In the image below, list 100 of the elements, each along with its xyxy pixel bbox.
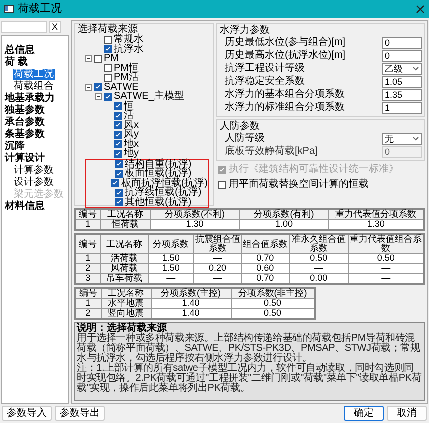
checkbox[interactable] — [104, 92, 112, 101]
column-header: 分项系数 — [148, 234, 194, 254]
checkbox[interactable] — [104, 36, 112, 44]
checkbox[interactable] — [111, 179, 120, 188]
field-label: 水浮力的基本组合分项系数 — [225, 90, 346, 100]
checkbox[interactable] — [114, 102, 122, 110]
input-field[interactable]: 0 — [382, 36, 422, 48]
checkbox[interactable] — [115, 160, 123, 168]
tree-item[interactable]: SATWE_主模型 — [114, 92, 184, 102]
nav-item[interactable]: 总信息 — [4, 44, 36, 56]
checkbox[interactable] — [104, 64, 112, 72]
tree-item[interactable]: 活 — [124, 111, 134, 120]
nav-item[interactable]: 地基承载力 — [4, 92, 56, 104]
tree-item[interactable]: 常规水 — [114, 35, 144, 44]
checkbox[interactable] — [115, 170, 123, 178]
tree-item[interactable]: 板面抗浮恒载(抗浮) — [121, 178, 208, 188]
tree-item[interactable]: 风y — [124, 130, 139, 140]
checkbox[interactable] — [104, 45, 112, 54]
dropdown[interactable]: 乙级 — [382, 62, 422, 74]
import-export-button[interactable]: 参数导入 — [2, 406, 52, 421]
option-label: 执行《建筑结构可靠性设计统一标准》 — [229, 164, 399, 174]
group-title: 人防参数 — [219, 121, 261, 132]
field-label: 抗浮工程设计等级 — [225, 64, 306, 74]
checkbox[interactable] — [218, 180, 226, 188]
tree-item[interactable]: PM活 — [114, 73, 139, 82]
tree-item[interactable]: 恒 — [124, 102, 134, 111]
collapse-icon[interactable] — [85, 55, 92, 62]
dropdown[interactable]: 无 — [382, 132, 422, 144]
nav-item[interactable]: 承台参数 — [4, 116, 46, 128]
chevron-down-icon — [413, 66, 419, 70]
checkbox[interactable] — [114, 150, 122, 158]
column-header: 分项系数(不利) — [150, 209, 240, 220]
close-icon[interactable] — [416, 4, 425, 14]
table-cell: 0.50 — [231, 308, 315, 319]
group-title: 选择荷载来源 — [77, 24, 138, 35]
collapse-icon[interactable] — [85, 84, 92, 91]
input-field[interactable]: 1.05 — [382, 76, 422, 88]
checkbox[interactable] — [104, 74, 112, 82]
window-title: 荷载工况 — [18, 2, 63, 17]
tree-item[interactable]: 地x — [124, 140, 139, 149]
nav-item[interactable]: 设计参数 — [13, 176, 55, 188]
column-header: 编号 — [75, 288, 101, 298]
table-cell: 水平地震 — [101, 298, 151, 308]
nav-item[interactable]: 独基参数 — [4, 104, 46, 116]
nav-item[interactable]: 计算参数 — [13, 164, 55, 176]
input-field[interactable]: 0 — [382, 50, 422, 62]
collapse-icon[interactable] — [95, 93, 102, 100]
field-label: 水浮力的标准组合分项系数 — [225, 102, 346, 112]
checkbox[interactable] — [114, 140, 122, 148]
import-export-button[interactable]: 参数导出 — [55, 406, 105, 421]
table-cell: 恒荷载 — [100, 220, 150, 230]
column-header: 分项系数(有利) — [240, 209, 329, 220]
nav-item[interactable]: 材料信息 — [4, 200, 46, 212]
checkbox[interactable] — [114, 112, 122, 120]
column-header: 编号 — [75, 234, 101, 254]
nav-item[interactable]: 计算设计 — [4, 152, 46, 164]
tree-item[interactable]: PM — [104, 54, 119, 64]
field-label: 历史最高水位(抗浮水位)[m] — [225, 50, 347, 60]
tree-item[interactable]: 抗浮水 — [114, 44, 144, 54]
option-label: 用平面荷载替换空间计算的恒载 — [229, 180, 369, 190]
description-text: 用于选择一种或多种荷载来源。上部结构传递给基础的荷载包括PM导荷和砖混荷载（简称平面荷载）、SATWE、PK/STS-PK3D、PMSAP、STWJ荷载；常规水与抗浮水，勾选后程序按右侧水浮力参数进行设计。 — [77, 334, 422, 364]
tree-item[interactable]: 其他恒载(抗浮) — [125, 198, 192, 207]
table-cell: 1 — [75, 220, 101, 230]
column-header: 组合值系数 — [242, 234, 290, 254]
checkbox[interactable] — [115, 188, 123, 197]
table-cell: 1.30 — [328, 220, 424, 230]
ok-button[interactable]: 确定 — [344, 406, 384, 421]
tree-item[interactable]: PM恒 — [114, 64, 139, 73]
column-header: 重力代表值分项系数 — [328, 209, 424, 220]
window-icon — [4, 5, 14, 13]
field-label: 抗浮稳定安全系数 — [225, 76, 306, 86]
tree-item[interactable]: 地y — [124, 149, 139, 158]
field-label: 人防等级 — [225, 134, 266, 144]
tree-item[interactable]: 结构自重(抗浮) — [125, 160, 192, 169]
checkbox[interactable] — [94, 83, 102, 92]
table-cell: 1.00 — [240, 220, 329, 230]
nav-item[interactable]: 荷载工况 — [13, 68, 55, 80]
input-field[interactable]: 1.35 — [382, 88, 422, 100]
search-field[interactable] — [1, 20, 47, 32]
nav-item[interactable]: 荷 载 — [4, 56, 29, 68]
input-field[interactable]: 1 — [382, 102, 422, 114]
checkbox[interactable] — [94, 54, 102, 63]
field-label: 历史最低水位(参与组合)[m] — [225, 38, 347, 48]
tree-item[interactable]: 抗浮线恒载(抗浮) — [125, 188, 202, 198]
checkbox[interactable] — [114, 130, 122, 139]
checkbox[interactable] — [115, 198, 123, 206]
column-header: 工况名称 — [101, 288, 151, 298]
clear-button[interactable]: X — [49, 20, 62, 32]
column-header: 重力代表值组合系数 — [348, 234, 424, 254]
tree-item[interactable]: 板面恒载(抗浮) — [125, 169, 192, 178]
checkbox[interactable] — [114, 121, 122, 130]
cancel-button[interactable]: 取消 — [387, 406, 427, 421]
tree-item[interactable]: SATWE — [104, 82, 139, 92]
tree-item[interactable]: 风x — [124, 120, 139, 130]
table-cell: 竖向地震 — [101, 308, 151, 319]
nav-item[interactable]: 荷载组合 — [13, 80, 55, 92]
nav-item[interactable]: 条基参数 — [4, 128, 46, 140]
nav-item[interactable]: 沉降 — [4, 140, 26, 152]
table-cell: 3 — [75, 274, 101, 284]
column-header: 抗震组合值系数 — [194, 234, 242, 254]
